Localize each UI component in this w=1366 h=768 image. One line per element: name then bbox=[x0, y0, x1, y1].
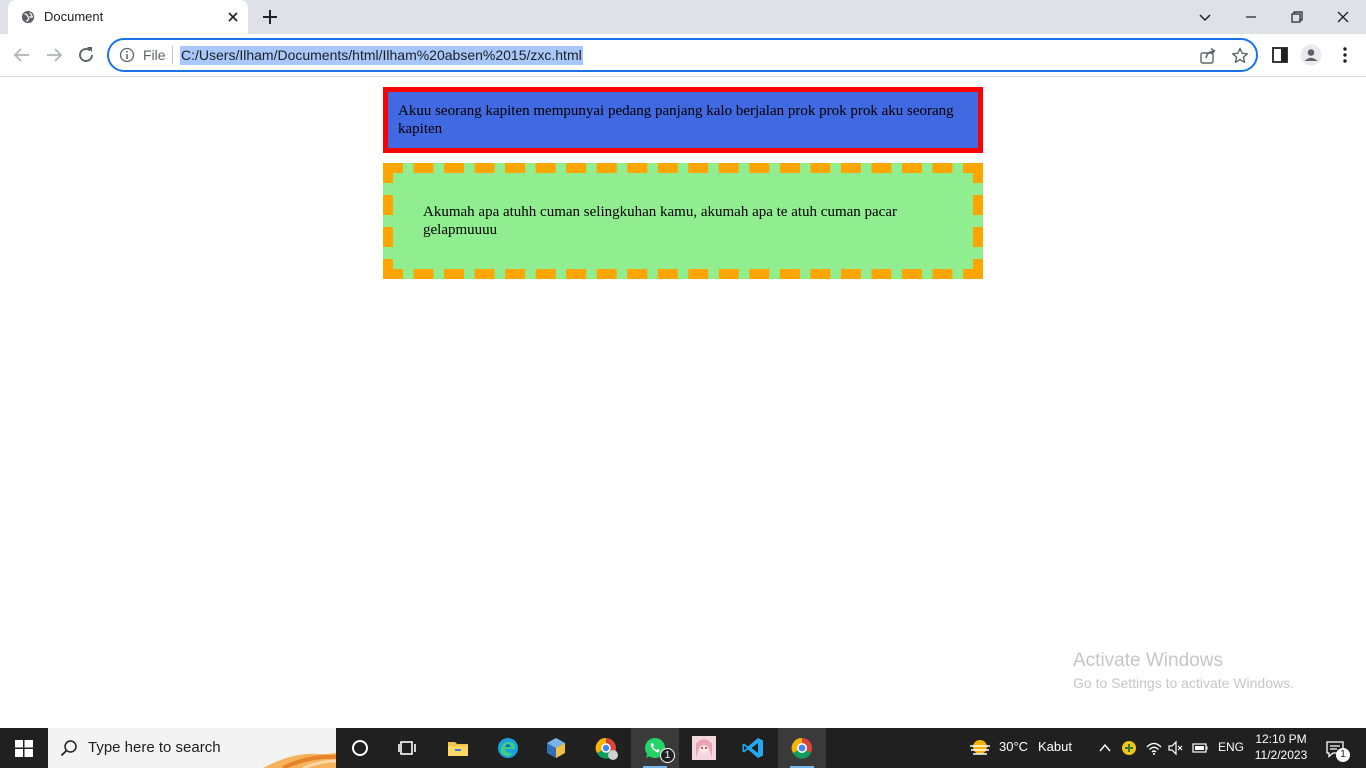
address-bar[interactable]: File C:/Users/Ilham/Documents/html/Ilham… bbox=[107, 38, 1258, 72]
bookmark-star-icon[interactable] bbox=[1231, 47, 1249, 65]
side-panel-icon[interactable] bbox=[1269, 44, 1291, 66]
search-highlight-art-icon bbox=[263, 752, 336, 768]
taskbar-virtualbox[interactable] bbox=[532, 728, 580, 768]
clock[interactable]: 12:10 PM 11/2/2023 bbox=[1250, 731, 1312, 765]
green-box-text: Akumah apa atuhh cuman selingkuhan kamu,… bbox=[423, 204, 897, 238]
url-text[interactable]: C:/Users/Ilham/Documents/html/Ilham%20ab… bbox=[180, 46, 583, 65]
tab-search-chevron-icon[interactable] bbox=[1193, 5, 1217, 29]
share-icon[interactable] bbox=[1199, 47, 1217, 65]
task-view-icon bbox=[398, 741, 416, 755]
weather-temp[interactable]: 30°C bbox=[999, 739, 1028, 754]
virtualbox-icon bbox=[547, 738, 565, 758]
chrome-profile-icon bbox=[595, 737, 618, 760]
folder-icon bbox=[448, 742, 468, 756]
activate-windows-watermark: Activate Windows Go to Settings to activ… bbox=[1073, 650, 1294, 691]
taskbar-chrome[interactable] bbox=[778, 728, 826, 768]
taskbar-file-explorer[interactable] bbox=[434, 728, 482, 768]
taskbar-chrome-profile[interactable] bbox=[582, 728, 630, 768]
battery-icon[interactable] bbox=[1192, 740, 1208, 756]
cortana-icon bbox=[352, 740, 368, 756]
taskbar-edge[interactable] bbox=[484, 728, 532, 768]
tab-title: Document bbox=[44, 9, 104, 24]
forward-arrow-icon[interactable] bbox=[43, 44, 65, 66]
close-window-icon[interactable] bbox=[1331, 5, 1355, 29]
omnibox-divider bbox=[172, 46, 173, 64]
tray-app-plus-icon[interactable] bbox=[1121, 740, 1137, 756]
taskbar-whatsapp[interactable]: 1 bbox=[631, 728, 679, 768]
green-box: Akumah apa atuhh cuman selingkuhan kamu,… bbox=[383, 163, 983, 279]
cortana-button[interactable] bbox=[336, 728, 384, 768]
taskbar-anime-app[interactable] bbox=[680, 728, 728, 768]
watermark-subtitle: Go to Settings to activate Windows. bbox=[1073, 675, 1294, 691]
search-icon bbox=[60, 740, 77, 757]
search-placeholder: Type here to search bbox=[88, 739, 221, 756]
clock-date: 11/2/2023 bbox=[1254, 748, 1308, 762]
taskbar-search[interactable]: Type here to search bbox=[48, 728, 336, 768]
reload-icon[interactable] bbox=[75, 44, 97, 66]
notification-badge: 1 bbox=[1336, 748, 1350, 762]
windows-logo-icon bbox=[15, 740, 33, 757]
info-icon[interactable] bbox=[119, 47, 135, 63]
wifi-icon[interactable] bbox=[1146, 740, 1162, 756]
whatsapp-badge: 1 bbox=[660, 748, 675, 763]
blue-box: Akuu seorang kapiten mempunyai pedang pa… bbox=[383, 87, 983, 153]
clock-time: 12:10 PM bbox=[1255, 732, 1307, 746]
chrome-icon bbox=[791, 737, 812, 759]
task-view-button[interactable] bbox=[384, 728, 432, 768]
page-viewport: Akuu seorang kapiten mempunyai pedang pa… bbox=[0, 77, 1366, 728]
chevron-up-icon[interactable] bbox=[1097, 740, 1113, 756]
globe-icon bbox=[21, 10, 35, 24]
vscode-icon bbox=[742, 738, 763, 758]
scheme-label: File bbox=[143, 47, 166, 63]
more-menu-icon[interactable] bbox=[1334, 44, 1356, 66]
taskbar: Type here to search 1 30°C Kabut ENG 12:… bbox=[0, 728, 1366, 768]
new-tab-icon[interactable] bbox=[261, 8, 279, 26]
watermark-title: Activate Windows bbox=[1073, 650, 1223, 671]
browser-toolbar: File C:/Users/Ilham/Documents/html/Ilham… bbox=[0, 34, 1366, 77]
restore-icon[interactable] bbox=[1285, 5, 1309, 29]
speaker-muted-icon[interactable] bbox=[1168, 740, 1184, 756]
weather-desc[interactable]: Kabut bbox=[1038, 739, 1072, 754]
back-arrow-icon[interactable] bbox=[11, 44, 33, 66]
anime-app-icon bbox=[692, 736, 716, 760]
close-tab-icon[interactable] bbox=[225, 9, 241, 25]
blue-box-text: Akuu seorang kapiten mempunyai pedang pa… bbox=[398, 103, 954, 137]
start-button[interactable] bbox=[0, 728, 48, 768]
profile-avatar-icon[interactable] bbox=[1300, 44, 1322, 66]
tab-strip: Document bbox=[0, 0, 1366, 34]
edge-icon bbox=[498, 738, 518, 758]
taskbar-vscode[interactable] bbox=[729, 728, 777, 768]
minimize-icon[interactable] bbox=[1239, 5, 1263, 29]
language-indicator[interactable]: ENG bbox=[1218, 740, 1244, 754]
weather-fog-icon[interactable] bbox=[968, 738, 992, 758]
tab-document[interactable]: Document bbox=[8, 0, 248, 34]
